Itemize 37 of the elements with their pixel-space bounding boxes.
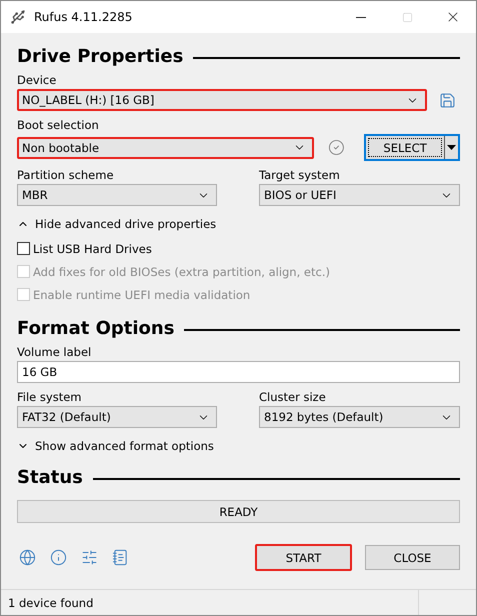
window-title: Rufus 4.11.2285 [34,10,134,24]
advanced-toggle[interactable]: Hide advanced drive properties [17,215,216,233]
advanced-toggle[interactable]: Show advanced format options [17,437,214,455]
field-label: Partition scheme [17,168,115,183]
dropdown[interactable]: NO_LABEL (H:) [16 GB] [17,89,427,111]
field-label: Boot selection [17,118,100,133]
section-heading: Status [17,467,83,488]
volume-label-field[interactable]: 16 GB [17,361,460,383]
dropdown[interactable]: BIOS or UEFI [259,184,460,206]
field-label: File system [17,390,82,405]
dropdown[interactable]: MBR [17,184,217,206]
dropdown[interactable]: Non bootable [17,136,314,158]
dropdown-arrow-icon [447,145,456,150]
settings-icon[interactable] [81,549,98,566]
action-button[interactable]: START [255,544,352,571]
field-label: Volume label [17,345,92,360]
maximize-icon [402,12,412,22]
field-label: Target system [259,168,341,183]
save-icon[interactable] [439,92,456,108]
minimize-icon [356,16,366,18]
dropdown[interactable]: FAT32 (Default) [17,406,217,428]
action-button[interactable]: CLOSE [365,545,460,570]
section-heading: Format Options [17,318,174,339]
info-icon[interactable] [50,549,67,566]
status-bar-ready: READY [17,500,460,523]
field-label: Cluster size [259,390,327,405]
status-text: 1 device found [8,596,94,610]
log-icon[interactable] [112,549,129,566]
section-heading: Drive Properties [17,46,184,67]
check-icon[interactable] [328,139,346,156]
select-button[interactable]: SELECT [364,134,460,161]
dropdown[interactable]: 8192 bytes (Default) [259,406,460,428]
checkbox-option[interactable]: List USB Hard Drives [17,237,152,260]
field-label: Device [17,73,58,88]
checkbox[interactable] [17,242,30,255]
globe-icon[interactable] [19,549,36,566]
usb-drive-icon [10,9,26,25]
